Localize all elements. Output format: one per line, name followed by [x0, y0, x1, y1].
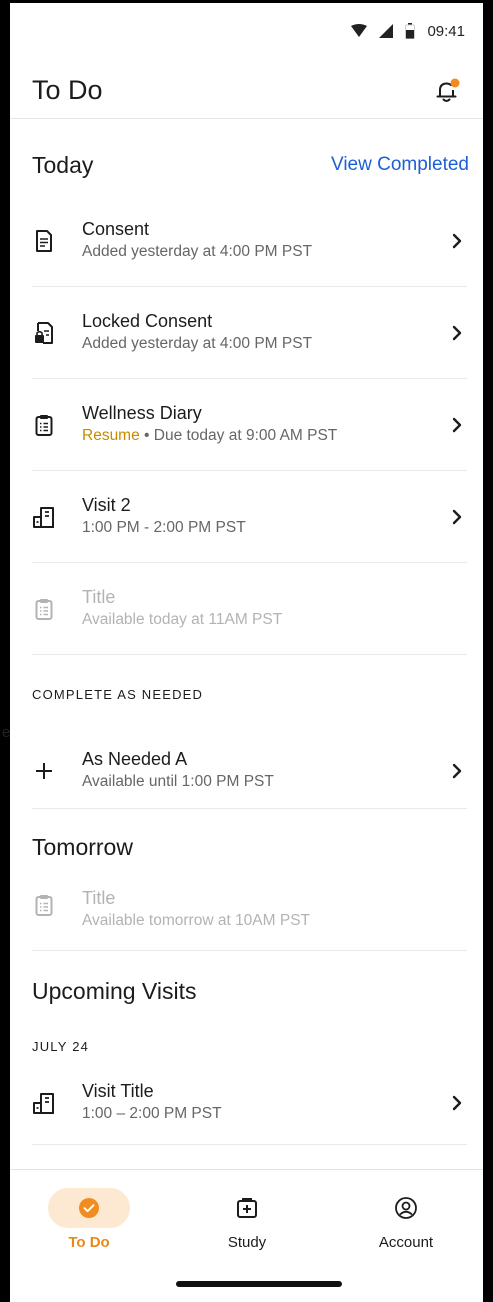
- todo-list: Today View Completed Consent Added yeste…: [10, 120, 483, 1145]
- frame-border-left: [0, 0, 10, 1302]
- plus-icon: [32, 759, 56, 783]
- as-needed-heading: COMPLETE AS NEEDED: [32, 686, 204, 702]
- tomorrow-section-header: Tomorrow: [10, 809, 483, 885]
- nav-tab-account[interactable]: Account: [346, 1188, 466, 1251]
- phone-screen: 09:41 To Do Today View Completed Consent…: [10, 3, 483, 1302]
- frame-border-right: [483, 0, 493, 1302]
- item-text: Visit 2 1:00 PM - 2:00 PM PST: [82, 494, 447, 539]
- study-plus-icon: [237, 1198, 257, 1218]
- clipboard-icon: [32, 413, 56, 437]
- page-title: To Do: [32, 75, 103, 105]
- chevron-right-icon: [447, 761, 467, 781]
- chevron-right-icon: [447, 415, 467, 435]
- status-time: 09:41: [427, 22, 465, 40]
- today-heading: Today: [32, 151, 94, 178]
- upcoming-date-header: JULY 24: [10, 1031, 483, 1061]
- status-bar: 09:41: [10, 3, 483, 59]
- nav-label-account: Account: [378, 1234, 434, 1251]
- item-title: As Needed A: [82, 749, 188, 769]
- todo-item-visit-title[interactable]: Visit Title 1:00 – 2:00 PM PST: [32, 1061, 467, 1145]
- bottom-navigation: To Do Study Account: [10, 1169, 483, 1302]
- today-section-header: Today View Completed: [10, 135, 483, 195]
- building-icon: [32, 505, 56, 529]
- document-icon: [32, 229, 56, 253]
- item-title: Wellness Diary: [82, 403, 202, 423]
- item-text: Wellness Diary Resume • Due today at 9:0…: [82, 402, 447, 447]
- item-text: Visit Title 1:00 – 2:00 PM PST: [82, 1080, 447, 1125]
- upcoming-section-header: Upcoming Visits: [10, 951, 483, 1031]
- item-text: As Needed A Available until 1:00 PM PST: [82, 748, 447, 793]
- nav-pill: [206, 1188, 288, 1228]
- chevron-right-icon: [447, 231, 467, 251]
- item-subtitle: 1:00 – 2:00 PM PST: [82, 1105, 222, 1122]
- item-subtitle: Available today at 11AM PST: [82, 611, 283, 628]
- item-text: Title Available today at 11AM PST: [82, 586, 467, 631]
- nav-tab-todo[interactable]: To Do: [29, 1188, 149, 1251]
- signal-icon: [379, 24, 394, 38]
- todo-item-locked-consent[interactable]: Locked Consent Added yesterday at 4:00 P…: [32, 287, 467, 379]
- as-needed-section-header: COMPLETE AS NEEDED: [10, 655, 483, 733]
- clipboard-icon: [32, 893, 56, 917]
- account-icon: [395, 1197, 417, 1219]
- chevron-right-icon: [447, 507, 467, 527]
- stray-text: e: [2, 724, 11, 741]
- item-subtitle: Added yesterday at 4:00 PM PST: [82, 243, 313, 260]
- item-text: Locked Consent Added yesterday at 4:00 P…: [82, 310, 447, 355]
- item-subtitle: Resume • Due today at 9:00 AM PST: [82, 425, 447, 447]
- item-text: Consent Added yesterday at 4:00 PM PST: [82, 218, 447, 263]
- item-subtitle: Added yesterday at 4:00 PM PST: [82, 335, 313, 352]
- todo-item-consent[interactable]: Consent Added yesterday at 4:00 PM PST: [32, 195, 467, 287]
- chevron-right-icon: [447, 323, 467, 343]
- chevron-right-icon: [447, 1093, 467, 1113]
- nav-label-todo: To Do: [68, 1234, 110, 1251]
- upcoming-date: JULY 24: [32, 1038, 90, 1054]
- clipboard-icon: [32, 597, 56, 621]
- item-title: Locked Consent: [82, 311, 213, 331]
- item-subtitle: Available tomorrow at 10AM PST: [82, 912, 311, 929]
- notifications-button[interactable]: [433, 77, 461, 105]
- bell-icon: [436, 78, 460, 102]
- item-text: Title Available tomorrow at 10AM PST: [82, 887, 467, 932]
- todo-item-wellness-diary[interactable]: Wellness Diary Resume • Due today at 9:0…: [32, 379, 467, 471]
- nav-label-study: Study: [227, 1234, 267, 1251]
- device-frame: e 09:41 To Do Today View Completed Conse…: [0, 0, 493, 1302]
- todo-item-title-today: Title Available today at 11AM PST: [32, 563, 467, 655]
- wifi-icon: [351, 24, 368, 38]
- item-title: Visit Title: [82, 1081, 154, 1101]
- todo-item-as-needed-a[interactable]: As Needed A Available until 1:00 PM PST: [32, 733, 467, 809]
- item-title: Title: [82, 587, 116, 607]
- nav-tab-study[interactable]: Study: [187, 1188, 307, 1251]
- battery-icon: [405, 23, 416, 39]
- app-header: To Do: [10, 63, 483, 119]
- resume-label: Resume: [82, 427, 140, 444]
- upcoming-heading: Upcoming Visits: [32, 977, 197, 1004]
- check-circle-icon: [79, 1198, 99, 1218]
- todo-item-visit-2[interactable]: Visit 2 1:00 PM - 2:00 PM PST: [32, 471, 467, 563]
- nav-pill-active: [48, 1188, 130, 1228]
- todo-item-title-tomorrow: Title Available tomorrow at 10AM PST: [32, 885, 467, 951]
- building-icon: [32, 1091, 56, 1115]
- view-completed-link[interactable]: View Completed: [331, 154, 469, 176]
- item-subtitle: 1:00 PM - 2:00 PM PST: [82, 519, 246, 536]
- item-title: Title: [82, 888, 116, 908]
- nav-pill: [365, 1188, 447, 1228]
- due-text: • Due today at 9:00 AM PST: [139, 427, 338, 444]
- item-title: Visit 2: [82, 495, 131, 515]
- tomorrow-heading: Tomorrow: [32, 833, 133, 860]
- locked-document-icon: [32, 321, 56, 345]
- home-indicator[interactable]: [176, 1281, 342, 1287]
- item-title: Consent: [82, 219, 150, 239]
- item-subtitle: Available until 1:00 PM PST: [82, 773, 274, 790]
